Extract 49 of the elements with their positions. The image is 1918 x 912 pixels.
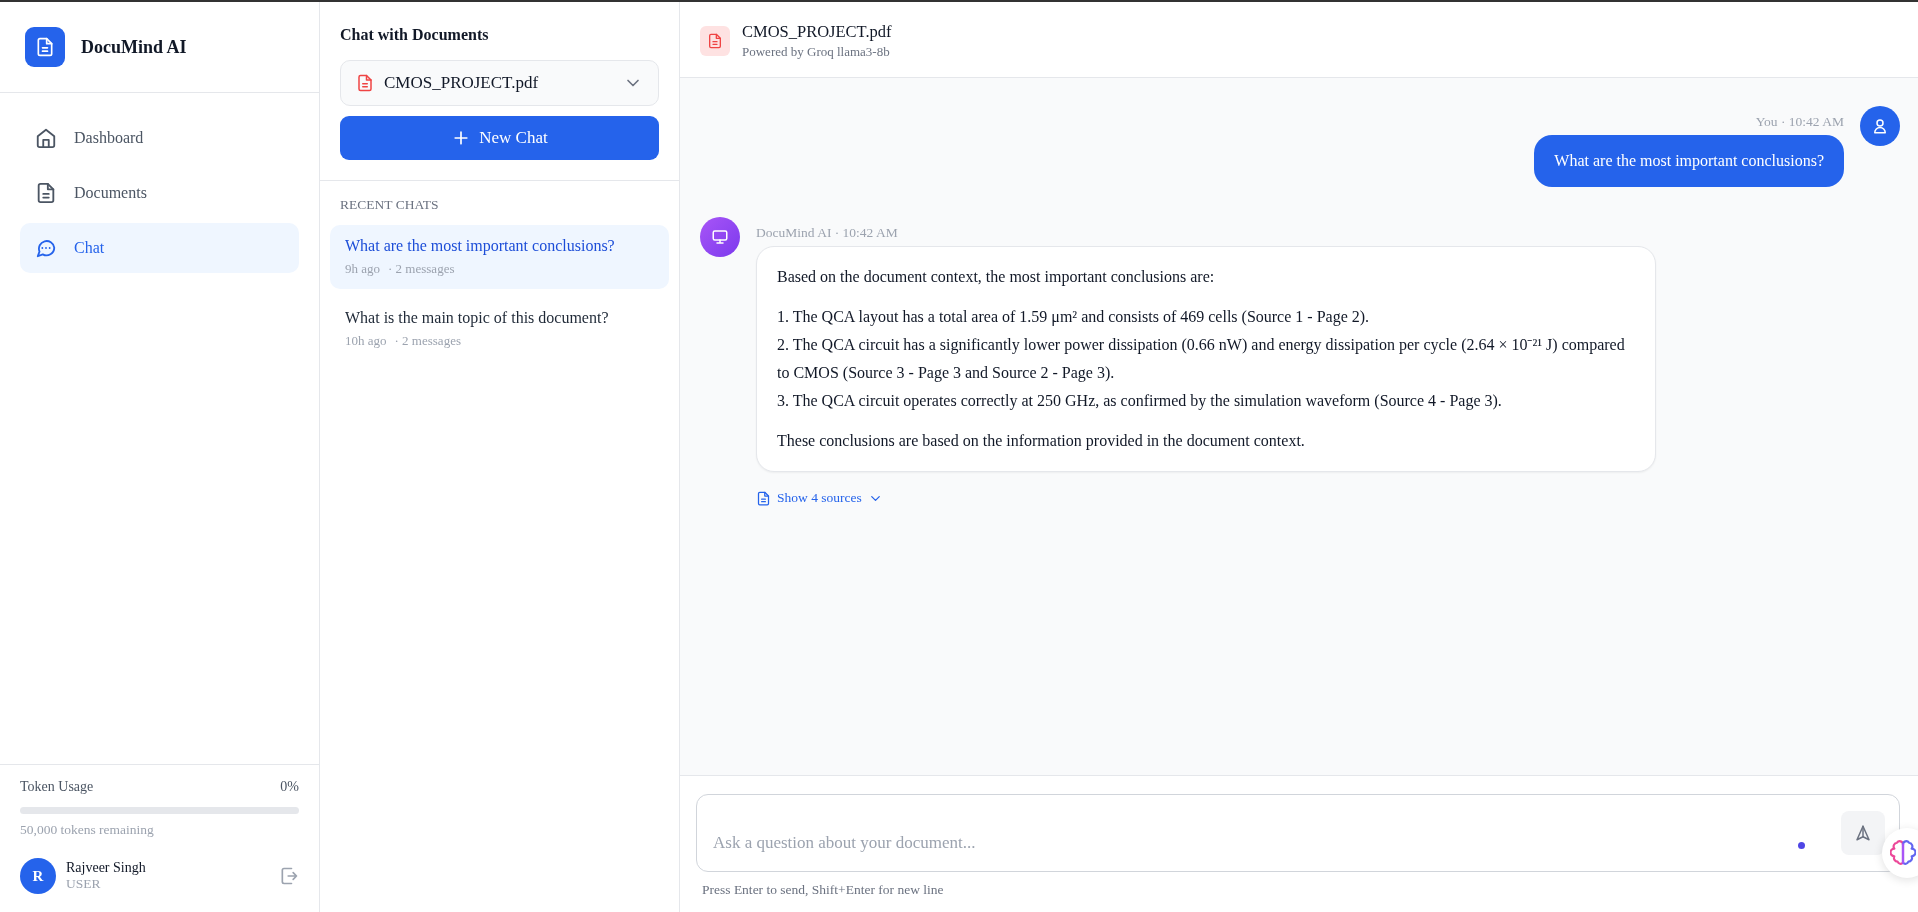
document-icon bbox=[35, 182, 57, 204]
message-meta: You · 10:42 AM bbox=[1755, 114, 1844, 130]
document-icon bbox=[356, 74, 374, 92]
list-item: 2. The QCA circuit has a significantly lower power dissipation (0.66 nW) and energy dissipation per cycle (2.64 × 10⁻²¹ J) compared to CMOS (Source 3 - Page 3 and Source 2 - Page 3). bbox=[777, 335, 1626, 384]
status-dot bbox=[1798, 841, 1805, 849]
user-avatar: R bbox=[20, 858, 56, 894]
message-paragraph: These conclusions are based on the information provided in the document context. bbox=[777, 431, 1306, 452]
chat-history-item[interactable]: What is the main topic of this document? 10h ago · 2 messages bbox=[330, 297, 669, 361]
nav-item[interactable]: Dashboard bbox=[20, 113, 299, 163]
monitor-icon bbox=[711, 228, 729, 246]
user-message: What are the most important conclusions? bbox=[1534, 135, 1844, 187]
list-item: 3. The QCA circuit operates correctly at 250 GHz, as confirmed by the simulation waveform (Source 4 - Page 3). bbox=[777, 391, 1503, 412]
input-hint: Press Enter to send, Shift+Enter for new line bbox=[702, 882, 945, 898]
app-title: DocuMind AI bbox=[81, 36, 187, 58]
document-icon bbox=[756, 490, 771, 506]
document-title: CMOS_PROJECT.pdf bbox=[742, 21, 892, 42]
document-icon bbox=[707, 32, 723, 49]
panel-title: Chat with Documents bbox=[340, 26, 490, 44]
chat-title: What are the most important conclusions? bbox=[345, 237, 616, 255]
chat-time: 10h ago bbox=[345, 333, 387, 348]
list-item: 1. The QCA layout has a total area of 1.59 μm² and consists of 469 cells (Source 1 - Page 2). bbox=[777, 307, 1371, 328]
user-name: Rajveer Singh bbox=[66, 860, 147, 876]
chat-bubble-icon bbox=[35, 237, 57, 259]
model-subtitle: Powered by Groq llama3-8b bbox=[742, 43, 891, 60]
nav-item[interactable]: Documents bbox=[20, 168, 299, 218]
document-select[interactable]: CMOS_PROJECT.pdf bbox=[340, 60, 659, 106]
section-heading: RECENT CHATS bbox=[339, 197, 440, 214]
show-sources-link[interactable]: Show 4 sources bbox=[756, 490, 1656, 506]
document-icon bbox=[35, 37, 55, 57]
chat-time: 9h ago bbox=[345, 261, 381, 276]
brain-icon bbox=[1890, 840, 1916, 866]
person-icon bbox=[1871, 117, 1889, 135]
nav-item[interactable]: Chat bbox=[20, 223, 299, 273]
tokens-remaining: 50,000 tokens remaining bbox=[20, 822, 155, 838]
home-icon bbox=[35, 127, 57, 149]
logout-icon bbox=[279, 866, 299, 886]
message-count: · 2 messages bbox=[388, 261, 455, 276]
token-usage-label: Token Usage bbox=[20, 779, 94, 795]
send-button[interactable] bbox=[1841, 811, 1885, 855]
send-icon bbox=[1854, 824, 1872, 842]
new-chat-button[interactable]: New Chat bbox=[340, 116, 659, 160]
message-meta: DocuMind AI · 10:42 AM bbox=[756, 225, 899, 241]
message-paragraph: Based on the document context, the most important conclusions are: bbox=[777, 267, 1216, 288]
chat-title: What is the main topic of this document? bbox=[345, 309, 610, 327]
chat-history-item[interactable]: What are the most important conclusions? 9h ago · 2 messages bbox=[330, 225, 669, 289]
logout-button[interactable] bbox=[279, 866, 299, 886]
user-role: USER bbox=[66, 876, 102, 892]
message-count: · 2 messages bbox=[394, 333, 461, 348]
token-usage-percent: 0% bbox=[280, 779, 299, 795]
